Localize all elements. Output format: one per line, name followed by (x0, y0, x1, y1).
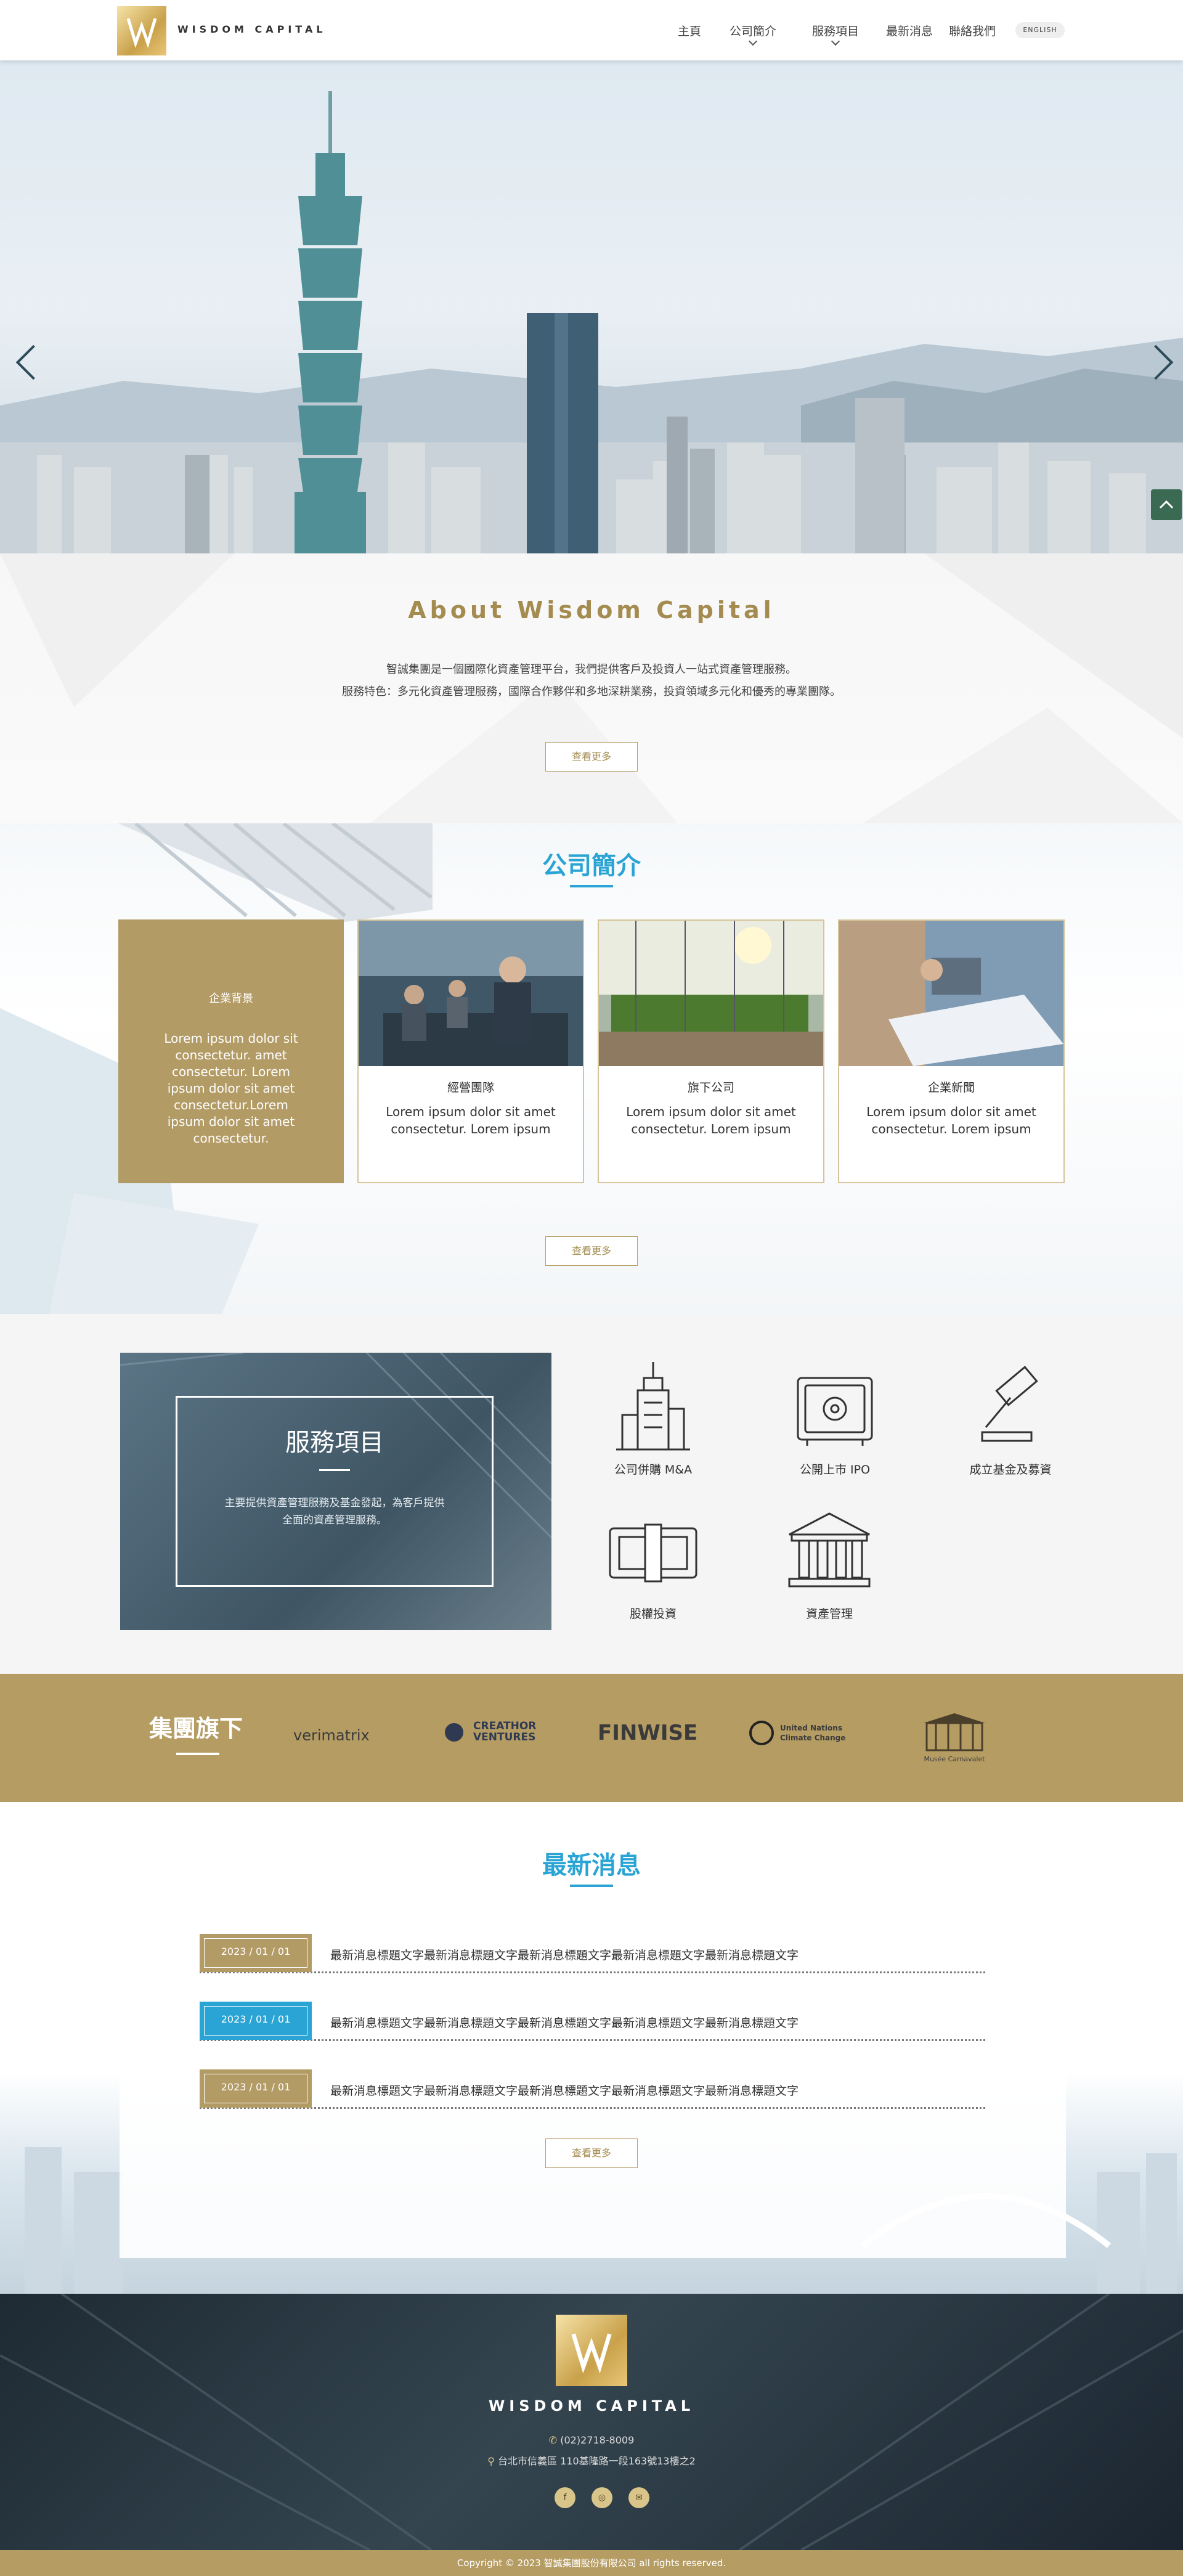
creathor-logo-icon (445, 1723, 463, 1742)
email-icon[interactable]: ✉ (628, 2487, 649, 2508)
hero-banner (0, 60, 1183, 553)
nav-home[interactable]: 主頁 (678, 22, 701, 39)
about-more-button[interactable]: 查看更多 (545, 742, 638, 772)
news-panel: 2023 / 01 / 01 最新消息標題文字最新消息標題文字最新消息標題文字最… (120, 1913, 1066, 2258)
footer-phone: ✆ (02)2718-8009 (0, 2434, 1183, 2446)
nav-news[interactable]: 最新消息 (886, 22, 933, 39)
title-underline (570, 1885, 613, 1887)
news-date: 2023 / 01 / 01 (200, 2069, 312, 2108)
site-footer: WISDOM CAPITAL ✆ (02)2718-8009 ⚲ 台北市信義區 … (0, 2294, 1183, 2550)
card-title: 經營團隊 (447, 1081, 494, 1094)
card-desc: Lorem ipsum dolor sit amet consectetur. … (866, 1104, 1036, 1136)
service-label: 公開上市 IPO (799, 1463, 871, 1477)
card-desc: Lorem ipsum dolor sit amet consectetur. … (386, 1104, 556, 1136)
services-title: 服務項目 (285, 1429, 384, 1457)
instagram-icon[interactable]: ◎ (592, 2487, 612, 2508)
title-underline (176, 1753, 219, 1755)
company-card[interactable]: 企業新聞 Lorem ipsum dolor sit amet consecte… (838, 919, 1065, 1183)
logo-text[interactable]: WISDOM CAPITAL (177, 23, 327, 35)
site-header: WISDOM CAPITAL 主頁 公司簡介 服務項目 最新消息 聯絡我們 EN… (0, 0, 1183, 60)
service-item[interactable]: 成立基金及募資 (930, 1359, 1091, 1477)
nav-contact[interactable]: 聯絡我們 (949, 22, 996, 39)
group-section: 集團旗下 verimatrix CREATHOR VENTURES FINWIS… (0, 1674, 1183, 1802)
news-item[interactable]: 2023 / 01 / 01 最新消息標題文字最新消息標題文字最新消息標題文字最… (200, 2063, 985, 2109)
safe-icon (797, 1377, 873, 1446)
card-title: 旗下公司 (687, 1081, 734, 1094)
service-label: 股權投資 (629, 1607, 677, 1621)
verimatrix-logo[interactable]: verimatrix (293, 1727, 370, 1744)
bank-icon (788, 1512, 871, 1588)
company-title: 公司簡介 (542, 852, 641, 880)
about-section: About Wisdom Capital 智誠集團是一個國際化資產管理平台，我們… (0, 553, 1183, 823)
company-card[interactable]: 旗下公司 Lorem ipsum dolor sit amet consecte… (598, 919, 824, 1183)
news-title-text[interactable]: 最新消息標題文字最新消息標題文字最新消息標題文字最新消息標題文字最新消息標題文字 (330, 2082, 799, 2098)
address-text: 台北市信義區 110基隆路一段163號13樓之2 (498, 2455, 696, 2467)
news-item[interactable]: 2023 / 01 / 01 最新消息標題文字最新消息標題文字最新消息標題文字最… (200, 1995, 985, 2041)
news-date: 2023 / 01 / 01 (200, 2002, 312, 2040)
feature-card-desc: Lorem ipsum dolor sit consectetur. amet … (164, 1031, 298, 1146)
city-skyline-image (0, 91, 1183, 553)
location-icon: ⚲ (487, 2455, 498, 2467)
news-more-button[interactable]: 查看更多 (545, 2138, 638, 2168)
copyright-bar: Copyright © 2023 智誠集團股份有限公司 all rights r… (0, 2550, 1183, 2576)
title-underline (570, 885, 613, 887)
about-line-2: 服務特色：多元化資產管理服務，國際合作夥伴和多地深耕業務，投資領域多元化和優秀的… (342, 685, 841, 698)
logo-mark-icon (571, 2333, 612, 2374)
service-item[interactable]: 股權投資 (573, 1510, 733, 1621)
about-title: About Wisdom Capital (408, 597, 775, 624)
gavel-icon (981, 1366, 1038, 1442)
team-meeting-image (359, 921, 583, 1066)
news-item[interactable]: 2023 / 01 / 01 最新消息標題文字最新消息標題文字最新消息標題文字最… (200, 1928, 985, 1973)
card-title: 企業新聞 (927, 1081, 975, 1094)
creathor-logo[interactable]: CREATHOR VENTURES (473, 1721, 553, 1743)
un-climate-logo-icon (749, 1721, 774, 1745)
service-label: 成立基金及募資 (969, 1463, 1052, 1477)
group-title: 集團旗下 (149, 1715, 243, 1742)
news-title-text[interactable]: 最新消息標題文字最新消息標題文字最新消息標題文字最新消息標題文字最新消息標題文字 (330, 1946, 799, 1963)
logo-mark-icon (126, 18, 157, 49)
services-frame: 服務項目 主要提供資產管理服務及基金發起，為客戶提供 全面的資產管理服務。 (176, 1396, 494, 1587)
news-date: 2023 / 01 / 01 (200, 1934, 312, 1972)
back-to-top-button[interactable] (1151, 489, 1182, 520)
news-title-text[interactable]: 最新消息標題文字最新消息標題文字最新消息標題文字最新消息標題文字最新消息標題文字 (330, 2014, 799, 2031)
card-desc: Lorem ipsum dolor sit amet consectetur. … (626, 1104, 796, 1136)
un-climate-logo[interactable]: United Nations Climate Change (780, 1723, 854, 1743)
news-section: 最新消息 2023 / 01 / 01 最新消息標題文字最新消息標題文字最新消息… (0, 1802, 1183, 2294)
company-more-button[interactable]: 查看更多 (545, 1236, 638, 1266)
logo[interactable] (117, 6, 166, 55)
phone-text[interactable]: (02)2718-8009 (560, 2434, 634, 2446)
service-item[interactable]: 公開上市 IPO (755, 1359, 915, 1477)
service-label: 資產管理 (805, 1607, 853, 1621)
green-office-image (599, 921, 823, 1066)
business-documents-image (839, 921, 1063, 1066)
service-item[interactable]: 資產管理 (749, 1510, 909, 1621)
footer-logo[interactable] (556, 2315, 627, 2386)
buildings-icon (616, 1362, 690, 1451)
service-label: 公司併購 M&A (614, 1463, 693, 1477)
company-section: 公司簡介 企業背景 Lorem ipsum dolor sit consecte… (0, 823, 1183, 1314)
phone-icon: ✆ (548, 2434, 561, 2446)
carnavalet-logo[interactable]: Musée Carnavalet (921, 1755, 988, 1763)
services-panel: 服務項目 主要提供資產管理服務及基金發起，為客戶提供 全面的資產管理服務。 (120, 1353, 551, 1630)
footer-brand-name: WISDOM CAPITAL (488, 2397, 695, 2415)
facebook-icon[interactable]: f (555, 2487, 575, 2508)
language-button[interactable]: ENGLISH (1015, 22, 1065, 38)
feature-card[interactable]: 企業背景 Lorem ipsum dolor sit consectetur. … (118, 919, 344, 1183)
chevron-up-icon (1159, 500, 1174, 509)
service-item[interactable]: 公司併購 M&A (573, 1359, 733, 1477)
finwise-logo[interactable]: FINWISE (598, 1721, 697, 1745)
services-desc-2: 全面的資產管理服務。 (282, 1514, 387, 1526)
services-desc-1: 主要提供資產管理服務及基金發起，為客戶提供 (224, 1497, 445, 1509)
carnavalet-logo-icon (924, 1713, 985, 1751)
company-card[interactable]: 經營團隊 Lorem ipsum dolor sit amet consecte… (357, 919, 584, 1183)
title-underline (319, 1469, 350, 1471)
money-icon (609, 1523, 697, 1583)
footer-address: ⚲ 台北市信義區 110基隆路一段163號13樓之2 (0, 2453, 1183, 2468)
news-title: 最新消息 (542, 1851, 641, 1880)
feature-card-title: 企業背景 (209, 992, 253, 1005)
about-line-1: 智誠集團是一個國際化資產管理平台，我們提供客戶及投資人一站式資產管理服務。 (386, 663, 797, 676)
services-section: 服務項目 主要提供資產管理服務及基金發起，為客戶提供 全面的資產管理服務。 公司… (0, 1314, 1183, 1674)
